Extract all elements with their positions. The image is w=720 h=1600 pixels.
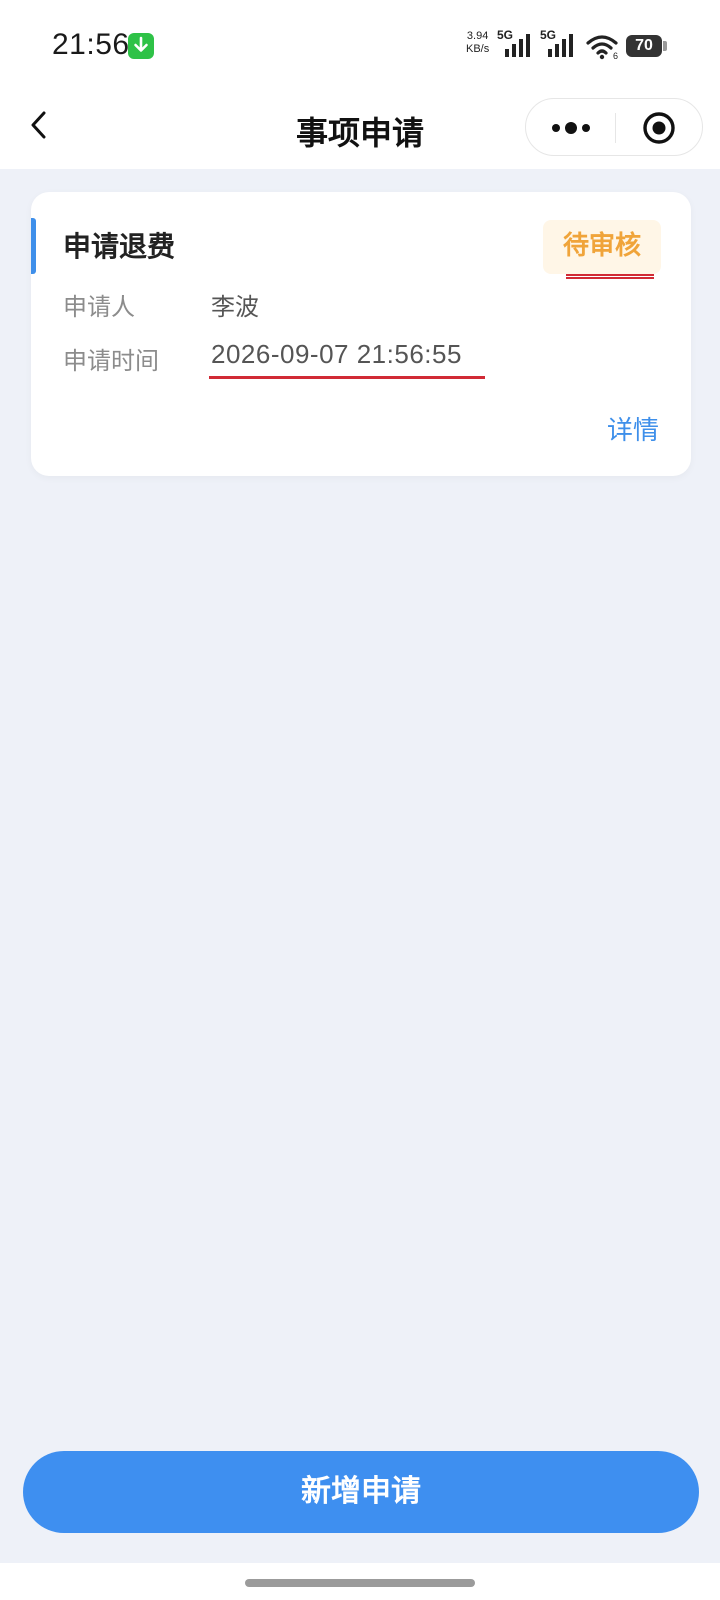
- target-circle-icon: [643, 112, 675, 144]
- more-button[interactable]: [526, 99, 615, 157]
- apply-time-value: 2026-09-07 21:56:55: [211, 339, 462, 369]
- application-card[interactable]: 申请退费 待审核 申请人 李波 申请时间 2026-09-07 21:56:55…: [31, 192, 691, 476]
- wifi-icon: 6: [586, 34, 620, 64]
- applicant-value: 李波: [211, 293, 259, 321]
- signal-bars-icon: [548, 34, 573, 57]
- status-badge: 待审核: [543, 220, 661, 274]
- close-miniprogram-button[interactable]: [616, 99, 704, 157]
- signal-1: 5G: [497, 28, 537, 58]
- miniprogram-capsule: [525, 98, 703, 156]
- home-indicator[interactable]: [245, 1579, 475, 1587]
- add-application-button[interactable]: 新增申请: [23, 1451, 699, 1533]
- bottom-bar: [0, 1563, 720, 1600]
- status-time: 21:56: [52, 28, 130, 61]
- card-accent-bar: [31, 218, 36, 274]
- signal-2: 5G: [540, 28, 580, 58]
- nav-bar: 事项申请: [0, 92, 720, 169]
- battery-cap: [663, 41, 667, 51]
- apply-time-label: 申请时间: [63, 347, 159, 375]
- signal-bars-icon: [505, 34, 530, 57]
- card-title: 申请退费: [63, 230, 176, 263]
- applicant-label: 申请人: [63, 293, 135, 321]
- detail-link[interactable]: 详情: [607, 410, 659, 447]
- status-badge-underline: [566, 274, 654, 279]
- more-dots-icon: [552, 122, 590, 134]
- download-icon: [128, 33, 154, 59]
- network-speed-value: 3.94: [466, 30, 489, 42]
- status-bar: 21:56 3.94 KB/s 5G 5G 6 70: [0, 0, 720, 92]
- time-underline: [209, 376, 485, 379]
- network-speed: 3.94 KB/s: [466, 30, 489, 56]
- battery-indicator: 70: [626, 35, 662, 57]
- wifi-label: 6: [613, 51, 618, 60]
- network-speed-unit: KB/s: [466, 43, 490, 55]
